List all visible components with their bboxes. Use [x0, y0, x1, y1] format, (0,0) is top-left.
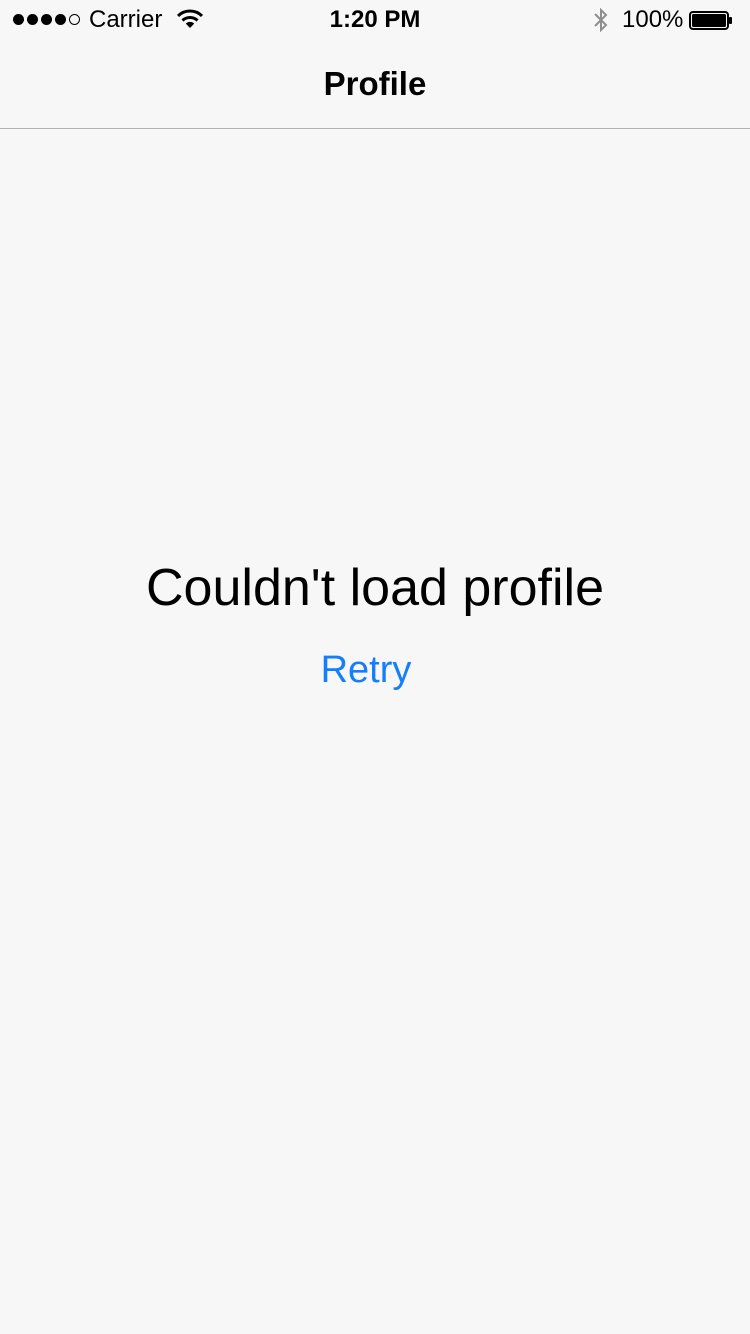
- page-title: Profile: [323, 65, 427, 102]
- battery-percent: 100%: [622, 6, 684, 33]
- content-area: Couldn't load profile Retry: [0, 129, 750, 1334]
- error-message: Couldn't load profile: [146, 559, 604, 617]
- retry-label: Retry: [320, 649, 412, 691]
- retry-button[interactable]: Retry: [0, 647, 750, 693]
- bluetooth-icon: [594, 7, 608, 33]
- battery-icon: [689, 11, 732, 30]
- navigation-bar: Profile: [0, 40, 750, 129]
- status-bar: Carrier 1:20 PM 100%: [0, 0, 750, 40]
